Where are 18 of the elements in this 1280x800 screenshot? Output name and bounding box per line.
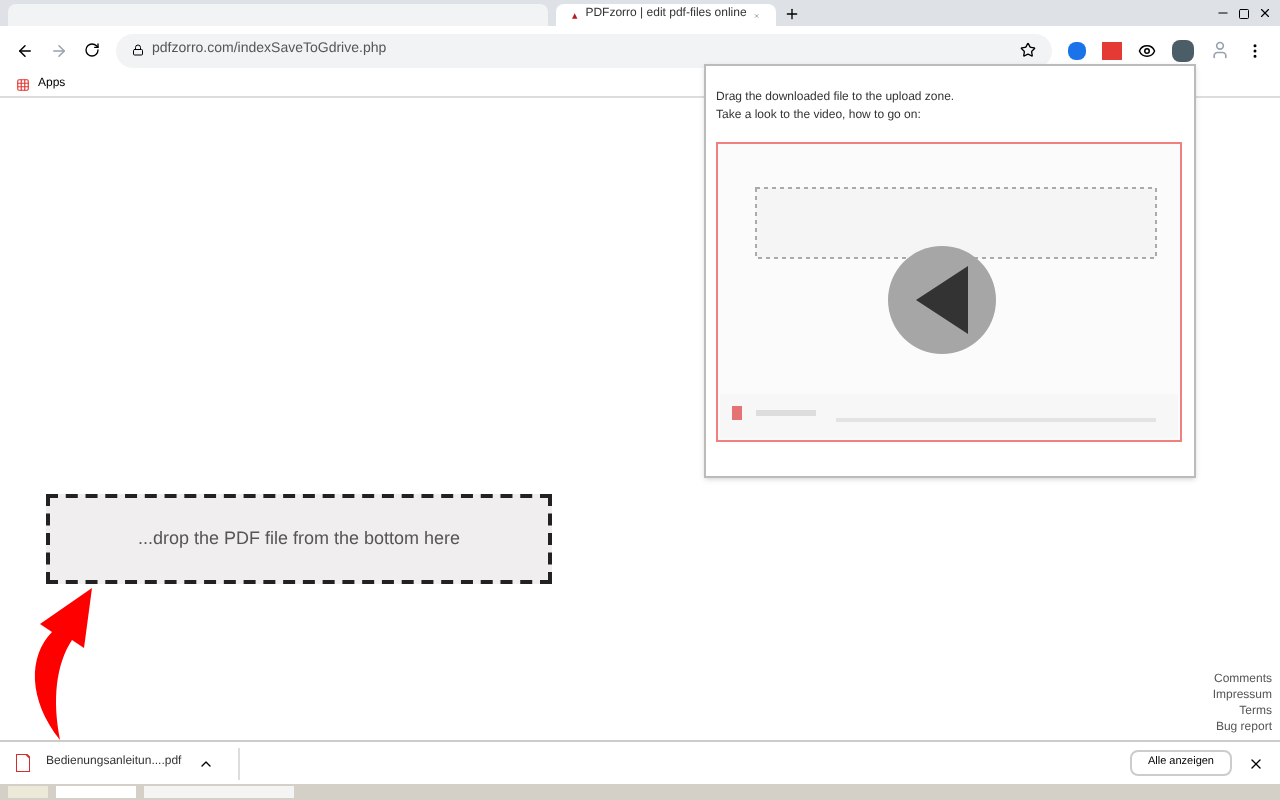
profile-icon[interactable] [1210, 40, 1230, 60]
lock-icon [132, 44, 144, 56]
start-button-icon[interactable] [8, 786, 48, 798]
drop-zone[interactable]: ...drop the PDF file from the bottom here [46, 494, 552, 584]
minimize-icon[interactable] [1216, 6, 1230, 20]
back-icon[interactable] [16, 41, 34, 59]
eye-icon[interactable] [1138, 41, 1156, 59]
bookmark-star-icon[interactable] [1020, 42, 1036, 58]
close-icon[interactable] [1258, 6, 1272, 20]
extension-icon[interactable] [1172, 39, 1194, 61]
reload-icon[interactable] [84, 42, 100, 58]
new-tab-icon[interactable] [784, 6, 800, 22]
close-icon[interactable] [1248, 755, 1264, 771]
pdf-file-icon [16, 754, 30, 772]
play-triangle-icon [916, 266, 968, 334]
apps-grid-icon [16, 78, 30, 92]
forward-icon[interactable] [50, 41, 68, 59]
maximize-icon[interactable] [1238, 8, 1250, 20]
